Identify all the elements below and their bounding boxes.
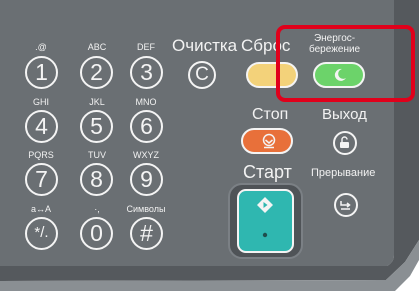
key-0[interactable]: 0 (80, 217, 113, 250)
key-8[interactable]: 8 (80, 163, 113, 196)
stop-button[interactable] (241, 128, 293, 154)
clear-label: Очистка (172, 36, 238, 55)
logout-label: Выход (322, 106, 367, 123)
key-3-letters: DEF (137, 42, 155, 52)
highlight-frame (276, 25, 415, 102)
key-7[interactable]: 7 (25, 163, 58, 196)
key-9[interactable]: 9 (130, 163, 163, 196)
interrupt-label: Прерывание (311, 167, 376, 179)
key-1-letters: .@ (35, 42, 47, 52)
clear-button[interactable]: C (188, 61, 216, 89)
key-hash[interactable]: # (130, 217, 163, 250)
key-5[interactable]: 5 (80, 110, 113, 143)
key-6-letters: MNO (135, 97, 157, 107)
logout-button[interactable] (333, 131, 357, 155)
start-label: Старт (243, 162, 292, 182)
stop-label: Стоп (252, 106, 289, 123)
start-diamond-icon (257, 197, 273, 213)
key-0-letters: ·, (94, 204, 100, 214)
stop-icon (262, 133, 276, 149)
control-panel: .@ ABC DEF GHI JKL MNO PQRS TUV WXYZ a↔A… (0, 0, 419, 291)
key-star-letters: a↔A (30, 204, 51, 214)
key-8-letters: TUV (88, 150, 106, 160)
key-9-letters: WXYZ (133, 150, 159, 160)
key-2[interactable]: 2 (80, 56, 113, 89)
key-3[interactable]: 3 (130, 56, 163, 89)
key-hash-letters: Символы (126, 204, 166, 214)
key-star[interactable]: */. (25, 217, 58, 250)
key-4-letters: GHI (32, 97, 49, 107)
key-5-letters: JKL (89, 97, 105, 107)
logout-lock-icon (340, 136, 349, 148)
key-4[interactable]: 4 (25, 110, 58, 143)
interrupt-button[interactable] (334, 193, 358, 217)
interrupt-icon (340, 201, 351, 210)
key-2-letters: ABC (87, 42, 107, 52)
start-button[interactable] (237, 189, 294, 253)
key-7-letters: PQRS (28, 150, 54, 160)
key-6[interactable]: 6 (130, 110, 163, 143)
key-1[interactable]: 1 (25, 56, 58, 89)
start-dot-icon (262, 232, 268, 238)
